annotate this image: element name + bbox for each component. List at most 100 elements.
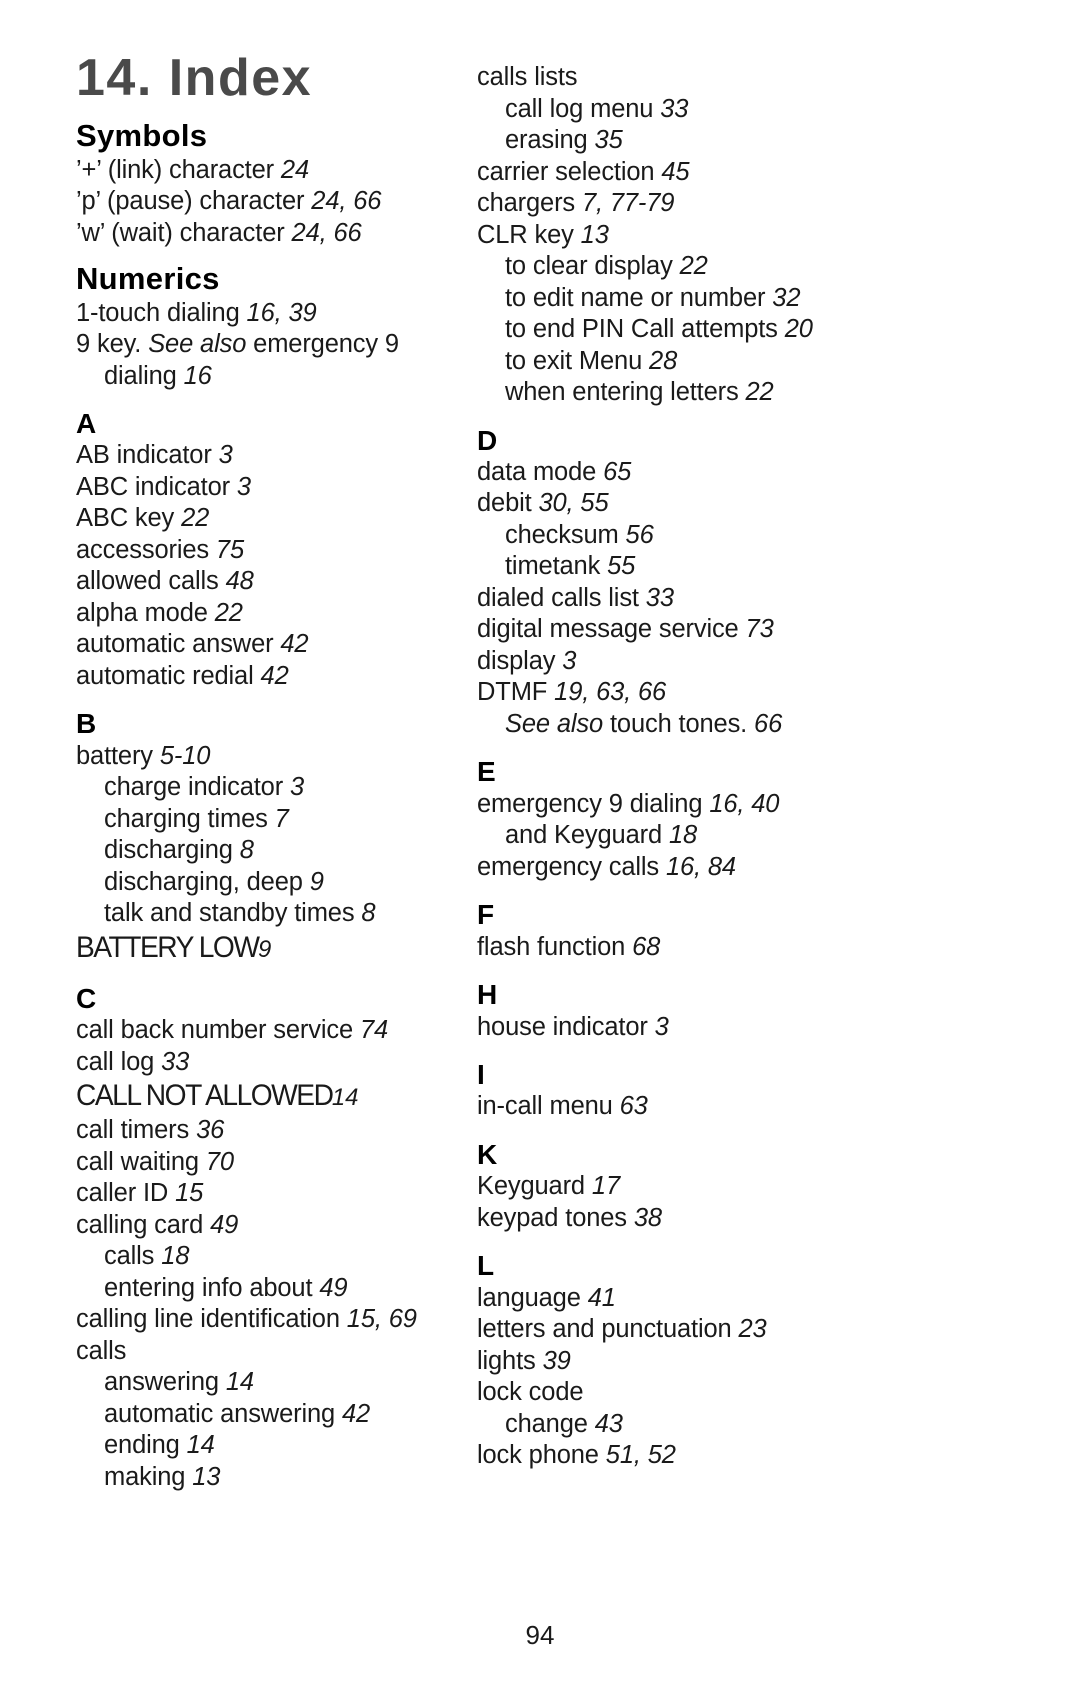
index-entry: answering 14 bbox=[76, 1367, 448, 1399]
index-entry: erasing 35 bbox=[477, 125, 849, 157]
index-entry-pages: 48 bbox=[225, 567, 254, 596]
index-entry-text: letters and punctuation bbox=[477, 1315, 739, 1344]
index-entry: lock phone 51, 52 bbox=[477, 1440, 849, 1472]
index-entry-pages: 3 bbox=[218, 441, 233, 470]
index-entry-pages: 33 bbox=[660, 94, 689, 123]
index-entry-text: answering bbox=[104, 1368, 226, 1397]
index-entry: DTMF 19, 63, 66 bbox=[477, 677, 849, 709]
index-entry-pages: 24 bbox=[280, 155, 309, 184]
index-entry-pages: 3 bbox=[562, 646, 577, 675]
index-group-heading: H bbox=[477, 979, 498, 1011]
index-entry: call timers 36 bbox=[76, 1115, 448, 1147]
index-entry-text: display bbox=[477, 646, 563, 675]
index-entry-pages: 28 bbox=[649, 346, 678, 375]
index-entry-text: call waiting bbox=[76, 1147, 206, 1176]
index-entry: change 43 bbox=[477, 1409, 849, 1441]
index-group-heading: C bbox=[76, 982, 97, 1014]
index-entry-text: AB indicator bbox=[76, 441, 219, 470]
index-entry-pages: 36 bbox=[196, 1116, 225, 1145]
index-entry-text: emergency calls bbox=[477, 852, 666, 881]
index-entry-see-also: See also bbox=[148, 330, 247, 359]
index-entry-pages: 14 bbox=[331, 1084, 359, 1112]
index-entry: ’p’ (pause) character 24, 66 bbox=[76, 186, 448, 218]
index-entry: ’+’ (link) character 24 bbox=[76, 155, 448, 187]
index-entry-text: chargers bbox=[477, 189, 582, 217]
index-entry: to clear display 22 bbox=[477, 251, 849, 283]
index-entry: Keyguard 17 bbox=[477, 1171, 849, 1203]
index-entry-text: house indicator bbox=[477, 1012, 655, 1041]
index-entry-text: lock code bbox=[477, 1378, 584, 1407]
index-entry: ABC indicator 3 bbox=[76, 472, 448, 504]
index-entry-text: erasing bbox=[505, 126, 595, 154]
index-entry: 1-touch dialing 16, 39 bbox=[76, 298, 448, 330]
index-entry-text: ’+’ (link) character bbox=[76, 155, 281, 184]
index-entry-pages: 5-10 bbox=[159, 741, 211, 770]
index-group-heading: Numerics bbox=[76, 261, 220, 297]
index-entry-text: debit bbox=[477, 489, 539, 518]
index-column-right: calls lists call log menu 33 erasing 35 car… bbox=[477, 62, 849, 1472]
index-group-heading: B bbox=[76, 708, 97, 740]
index-entry-pages: 22 bbox=[181, 504, 210, 533]
index-entry-pages: 3 bbox=[654, 1012, 669, 1041]
index-entry-pages: 42 bbox=[260, 661, 289, 690]
index-entry: data mode 65 bbox=[477, 457, 849, 489]
index-entry-text: calls lists bbox=[477, 63, 578, 91]
index-group-heading: E bbox=[477, 756, 497, 788]
index-entry-text: lights bbox=[477, 1346, 543, 1375]
index-entry-text: charge indicator bbox=[104, 773, 290, 802]
index-entry-text: allowed calls bbox=[76, 567, 226, 596]
index-entry-pages: 9 bbox=[258, 935, 272, 963]
index-entry-pages: 8 bbox=[361, 899, 376, 928]
index-entry-text: ending bbox=[104, 1431, 187, 1460]
index-entry-text: entering info about bbox=[104, 1273, 320, 1302]
index-entry-pages: 16, 84 bbox=[665, 852, 736, 881]
index-entry-pages: 19, 63, 66 bbox=[554, 678, 667, 707]
index-entry-pages: 65 bbox=[603, 457, 632, 486]
index-entry: house indicator 3 bbox=[477, 1012, 849, 1044]
page-title: 14. Index bbox=[76, 49, 313, 107]
index-entry-text: call timers bbox=[76, 1116, 197, 1145]
index-entry-pages: 35 bbox=[594, 126, 623, 154]
index-entry-text: dialing bbox=[104, 361, 184, 390]
index-entry: ABC key 22 bbox=[76, 503, 448, 535]
index-entry-pages: 32 bbox=[772, 283, 801, 312]
index-entry: 9 key. See also emergency 9 bbox=[76, 329, 448, 361]
index-entry-pages: 16, 40 bbox=[709, 789, 780, 818]
index-entry: entering info about 49 bbox=[76, 1273, 448, 1305]
index-entry-pages: 75 bbox=[215, 535, 244, 564]
index-entry-text: to clear display bbox=[505, 252, 680, 280]
index-entry-pages: 74 bbox=[359, 1016, 389, 1045]
index-entry-text: automatic answering bbox=[104, 1399, 342, 1428]
index-group-heading: A bbox=[76, 408, 97, 440]
index-entry-text: automatic answer bbox=[76, 630, 281, 659]
index-entry: chargers 7, 77-79 bbox=[477, 188, 849, 220]
index-group-heading: F bbox=[477, 899, 495, 931]
index-entry-text: change bbox=[505, 1409, 595, 1438]
index-entry-text: emergency 9 dialing bbox=[477, 789, 710, 818]
index-entry: digital message service 73 bbox=[477, 614, 849, 646]
index-entry-text: caller ID bbox=[76, 1179, 176, 1208]
index-entry: letters and punctuation 23 bbox=[477, 1314, 849, 1346]
index-entry: charging times 7 bbox=[76, 804, 448, 836]
index-entry: call back number service 74 bbox=[76, 1015, 448, 1047]
index-group-heading: K bbox=[477, 1138, 498, 1170]
index-entry-pages: 22 bbox=[679, 252, 708, 280]
index-entry: dialed calls list 33 bbox=[477, 583, 849, 615]
index-entry-text: digital message service bbox=[477, 615, 746, 644]
index-entry-pages: 30, 55 bbox=[538, 489, 609, 518]
index-entry: automatic answer 42 bbox=[76, 629, 448, 661]
index-entry-text: call log bbox=[76, 1047, 162, 1076]
index-entry: carrier selection 45 bbox=[477, 157, 849, 189]
index-entry-pages: 63 bbox=[619, 1092, 648, 1121]
index-entry-pages: 14 bbox=[186, 1431, 215, 1460]
index-entry: automatic answering 42 bbox=[76, 1399, 448, 1431]
index-entry-text: accessories bbox=[76, 535, 216, 564]
index-entry-pages: 51, 52 bbox=[605, 1441, 676, 1470]
index-entry-text: data mode bbox=[477, 457, 604, 486]
index-entry-pages: 22 bbox=[214, 598, 243, 627]
index-entry: language 41 bbox=[477, 1283, 849, 1315]
index-entry-text: flash function bbox=[477, 932, 633, 961]
index-entry-text: when entering letters bbox=[505, 378, 746, 406]
index-entry-text: discharging bbox=[104, 836, 240, 865]
index-group-heading: Symbols bbox=[76, 118, 208, 153]
